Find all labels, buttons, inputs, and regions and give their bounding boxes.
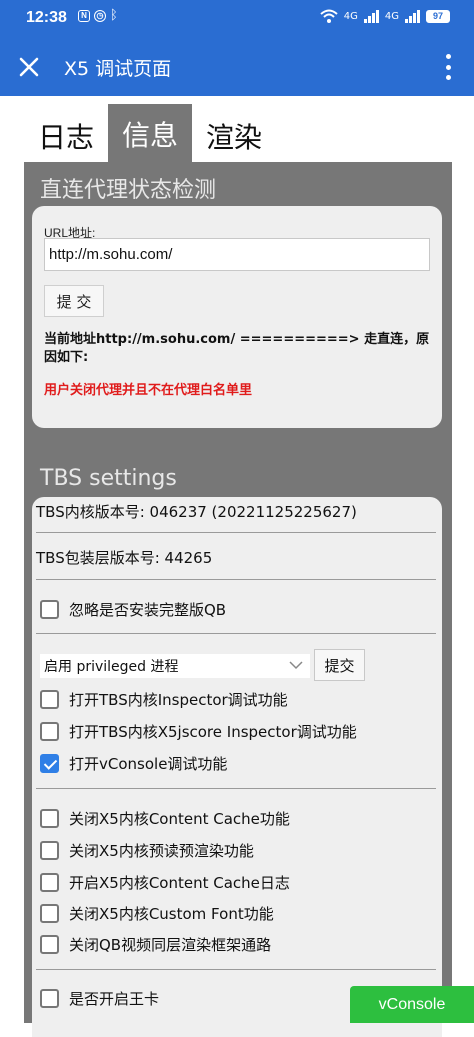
video-render-row[interactable]: 关闭QB视频同层渲染框架通路 xyxy=(40,934,271,955)
ignore-qb-row[interactable]: 忽略是否安装完整版QB xyxy=(40,599,226,620)
proxy-submit-button[interactable]: 提 交 xyxy=(44,285,104,317)
tab-log[interactable]: 日志 xyxy=(24,104,108,162)
tab-info[interactable]: 信息 xyxy=(108,104,193,162)
app-bar: X5 调试页面 xyxy=(0,38,474,96)
select-submit-button[interactable]: 提交 xyxy=(314,649,365,681)
page-title: X5 调试页面 xyxy=(64,58,172,80)
cache-log-label: 开启X5内核Content Cache日志 xyxy=(69,874,290,892)
network-badge-1: 4G xyxy=(343,10,358,22)
inspector-checkbox[interactable] xyxy=(40,690,59,709)
content-cache-row[interactable]: 关闭X5内核Content Cache功能 xyxy=(40,808,290,829)
jscore-inspector-checkbox[interactable] xyxy=(40,722,59,741)
king-card-row[interactable]: 是否开启王卡 xyxy=(40,988,159,1009)
cache-log-row[interactable]: 开启X5内核Content Cache日志 xyxy=(40,872,290,893)
status-time: 12:38 xyxy=(26,9,67,26)
tbs-core-version: TBS内核版本号: 046237 (20221125225627) xyxy=(36,503,357,521)
chevron-down-icon xyxy=(289,661,303,670)
info-panel: 直连代理状态检测 URL地址: 提 交 当前地址http://m.sohu.co… xyxy=(24,162,452,1037)
proxy-reason-text: 用户关闭代理并且不在代理白名单里 xyxy=(44,383,253,398)
jscore-inspector-row[interactable]: 打开TBS内核X5jscore Inspector调试功能 xyxy=(40,721,357,742)
proxy-section-title: 直连代理状态检测 xyxy=(40,178,217,203)
tbs-shell-version: TBS包装层版本号: 44265 xyxy=(36,549,213,567)
select-value: 启用 privileged 进程 xyxy=(44,659,179,675)
custom-font-checkbox[interactable] xyxy=(40,904,59,923)
vconsole-label: 打开vConsole调试功能 xyxy=(69,755,228,773)
divider xyxy=(36,532,436,533)
divider xyxy=(36,788,436,789)
signal-icon-1 xyxy=(363,9,379,23)
tab-bar: 日志 信息 渲染 xyxy=(24,104,276,162)
ignore-qb-label: 忽略是否安装完整版QB xyxy=(69,601,227,619)
prerender-label: 关闭X5内核预读预渲染功能 xyxy=(69,842,254,860)
tab-render[interactable]: 渲染 xyxy=(192,104,276,162)
wifi-icon xyxy=(320,9,338,23)
content-cache-label: 关闭X5内核Content Cache功能 xyxy=(69,810,290,828)
ignore-qb-checkbox[interactable] xyxy=(40,600,59,619)
tbs-card: TBS内核版本号: 046237 (20221125225627) TBS包装层… xyxy=(32,497,442,1037)
divider xyxy=(36,633,436,634)
battery-icon: 97 xyxy=(426,9,450,23)
custom-font-row[interactable]: 关闭X5内核Custom Font功能 xyxy=(40,903,274,924)
privileged-process-select[interactable]: 启用 privileged 进程 xyxy=(40,654,310,678)
king-card-label: 是否开启王卡 xyxy=(69,990,160,1008)
current-address-text: 当前地址http://m.sohu.com/ ==========> 走直连，原… xyxy=(44,332,430,365)
divider xyxy=(36,969,436,970)
alarm-icon: ◷ xyxy=(94,10,106,22)
vconsole-checkbox[interactable] xyxy=(40,754,59,773)
network-badge-2: 4G xyxy=(384,10,399,22)
status-system-icons: N ◷ ᛒ xyxy=(78,8,118,23)
prerender-row[interactable]: 关闭X5内核预读预渲染功能 xyxy=(40,840,254,861)
inspector-row[interactable]: 打开TBS内核Inspector调试功能 xyxy=(40,689,288,710)
content-cache-checkbox[interactable] xyxy=(40,809,59,828)
proxy-card: URL地址: 提 交 当前地址http://m.sohu.com/ ======… xyxy=(32,206,442,428)
cache-log-checkbox[interactable] xyxy=(40,873,59,892)
custom-font-label: 关闭X5内核Custom Font功能 xyxy=(69,905,274,923)
more-menu-icon[interactable] xyxy=(444,54,452,80)
divider xyxy=(36,579,436,580)
video-render-checkbox[interactable] xyxy=(40,935,59,954)
video-render-label: 关闭QB视频同层渲染框架通路 xyxy=(69,936,272,954)
nfc-icon: N xyxy=(78,10,90,22)
close-icon[interactable] xyxy=(14,52,44,82)
inspector-label: 打开TBS内核Inspector调试功能 xyxy=(69,691,288,709)
tbs-section-title: TBS settings xyxy=(40,466,177,491)
status-right: 4G 4G 97 xyxy=(320,9,450,23)
jscore-inspector-label: 打开TBS内核X5jscore Inspector调试功能 xyxy=(69,723,357,741)
url-input[interactable] xyxy=(44,238,430,271)
vconsole-button[interactable]: vConsole xyxy=(350,986,474,1023)
signal-icon-2 xyxy=(405,9,420,23)
king-card-checkbox[interactable] xyxy=(40,989,59,1008)
status-bar: 12:38 N ◷ ᛒ 4G 4G 97 xyxy=(0,0,474,38)
bluetooth-icon: ᛒ xyxy=(110,8,118,23)
prerender-checkbox[interactable] xyxy=(40,841,59,860)
vconsole-row[interactable]: 打开vConsole调试功能 xyxy=(40,753,227,774)
